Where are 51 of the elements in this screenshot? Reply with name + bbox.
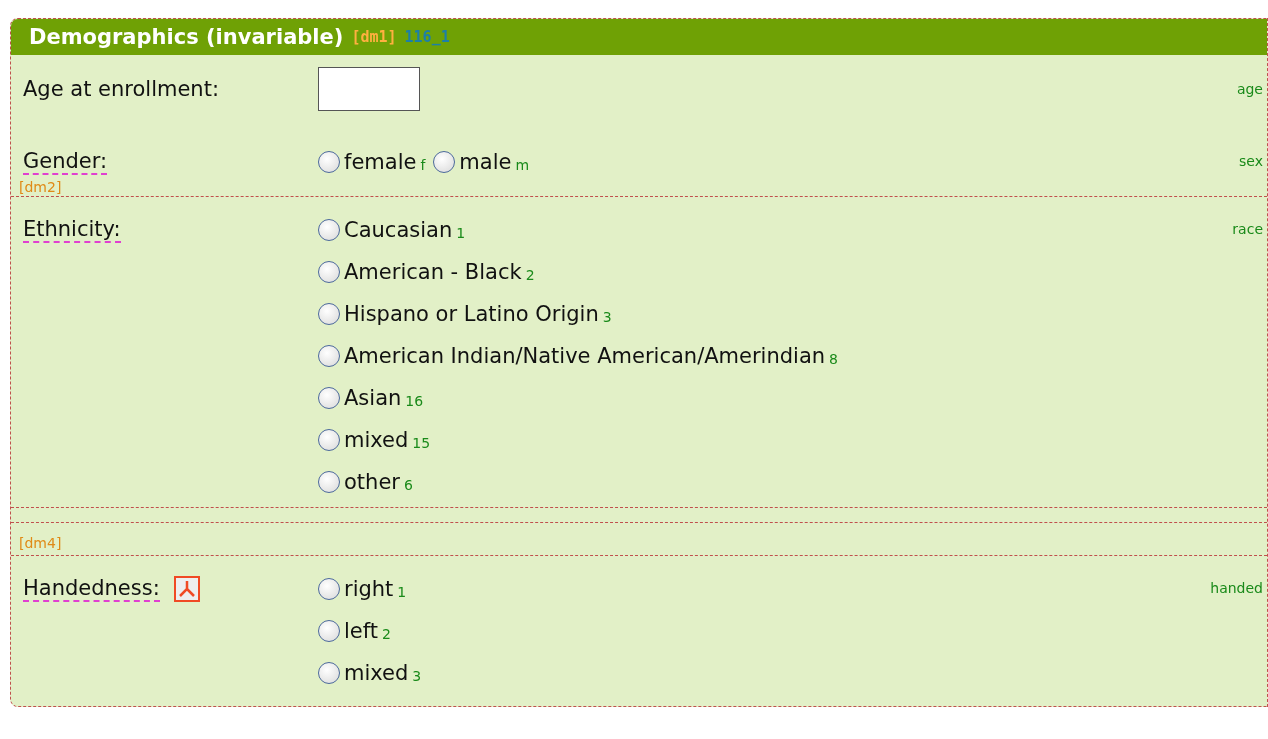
option-code: 6 [403, 475, 413, 493]
option-label[interactable]: Caucasian [344, 218, 453, 242]
radio-button[interactable] [318, 261, 340, 283]
field-label: Ethnicity: [23, 217, 121, 243]
option-label[interactable]: mixed [344, 428, 409, 452]
option-label[interactable]: Hispano or Latino Origin [344, 302, 599, 326]
radio-button[interactable] [318, 429, 340, 451]
option-code: 16 [405, 391, 424, 409]
form-code: 116_1 [404, 28, 450, 46]
radio-button[interactable] [318, 387, 340, 409]
radio-button[interactable] [318, 345, 340, 367]
radio-button[interactable] [318, 578, 340, 600]
option-code: 2 [525, 265, 535, 283]
option-code: 15 [412, 433, 431, 451]
radio-button[interactable] [318, 303, 340, 325]
option-code: 8 [829, 349, 838, 367]
option-code: 3 [602, 307, 612, 325]
option-label[interactable]: American Indian/Native American/Amerindian [344, 344, 826, 368]
variable-name: handed [1210, 579, 1263, 596]
option-label[interactable]: left [344, 619, 378, 643]
option-code: m [515, 155, 530, 173]
option-code: f [420, 155, 426, 173]
pdf-icon[interactable] [173, 576, 200, 602]
variable-name: sex [1239, 152, 1263, 169]
option-label[interactable]: female [344, 150, 417, 174]
field-label: Gender: [23, 149, 108, 175]
radio-button[interactable] [318, 662, 340, 684]
option-label[interactable]: mixed [344, 661, 409, 685]
option-label[interactable]: male [459, 150, 512, 174]
option-label[interactable]: right [344, 577, 394, 601]
option-code: 1 [397, 582, 407, 600]
field-label: Handedness: [23, 576, 160, 602]
block-tag: [dm2] [19, 179, 62, 195]
input-field[interactable] [318, 67, 420, 111]
radio-button[interactable] [318, 620, 340, 642]
option-label[interactable]: other [344, 470, 400, 494]
panel-title: Demographics (invariable) [29, 25, 344, 49]
option-label[interactable]: American - Black [344, 260, 522, 284]
radio-button[interactable] [318, 151, 340, 173]
radio-button[interactable] [318, 471, 340, 493]
field-label: Age at enrollment: [23, 76, 219, 103]
option-code: 1 [456, 223, 466, 241]
option-label[interactable]: Asian [344, 386, 402, 410]
radio-button[interactable] [318, 219, 340, 241]
block-tag: [dm1] [351, 28, 397, 46]
radio-button[interactable] [433, 151, 456, 173]
variable-name: race [1232, 220, 1263, 237]
option-code: 2 [382, 624, 391, 642]
variable-name: age [1236, 80, 1263, 97]
block-tag: [dm4] [19, 535, 62, 551]
option-code: 3 [412, 666, 422, 684]
